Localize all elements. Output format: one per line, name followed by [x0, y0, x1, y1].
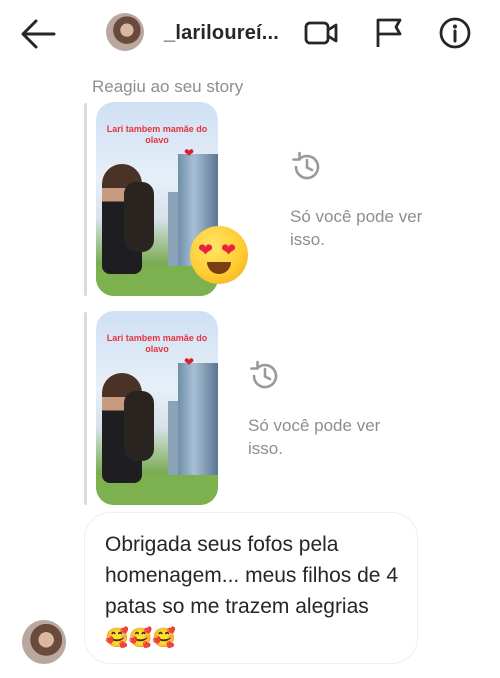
story-building: [178, 363, 218, 483]
story-heart: ❤: [184, 146, 195, 160]
story-heart: ❤: [184, 355, 195, 369]
story-caption: Lari tambem mamãe do olavo: [106, 124, 208, 145]
story-reply-bar: [84, 312, 87, 505]
smiling-hearts-emoji-icon: 🥰🥰🥰: [105, 628, 176, 649]
info-icon[interactable]: [438, 16, 472, 50]
message-bubble[interactable]: Obrigada seus fofos pela homenagem... me…: [84, 512, 418, 664]
story-unavailable-text: Só você pode ver isso.: [290, 207, 423, 249]
history-icon: [292, 151, 320, 180]
story-thumbnail[interactable]: Lari tambem mamãe do olavo ❤: [96, 311, 218, 505]
chat-header: _lariloureí...: [0, 0, 500, 66]
sender-avatar[interactable]: [22, 620, 66, 664]
back-arrow-icon[interactable]: [18, 15, 58, 53]
story-reply-bar: [84, 103, 87, 296]
story-dog: [124, 182, 154, 252]
story-caption: Lari tambem mamãe do olavo: [106, 333, 208, 354]
story-reply-label: Reagiu ao seu story: [92, 77, 244, 96]
video-call-icon[interactable]: [304, 16, 338, 50]
story-unavailable-text: Só você pode ver isso.: [248, 416, 381, 458]
profile-avatar[interactable]: [106, 13, 144, 51]
heart-eyes-emoji-icon: ❤ ❤: [190, 226, 248, 284]
history-icon: [250, 360, 278, 389]
message-text: Obrigada seus fofos pela homenagem... me…: [105, 533, 398, 618]
story-dog: [124, 391, 154, 461]
username[interactable]: _lariloureí...: [164, 22, 279, 45]
message-text-container: Obrigada seus fofos pela homenagem... me…: [105, 529, 405, 654]
flag-icon[interactable]: [372, 16, 406, 50]
